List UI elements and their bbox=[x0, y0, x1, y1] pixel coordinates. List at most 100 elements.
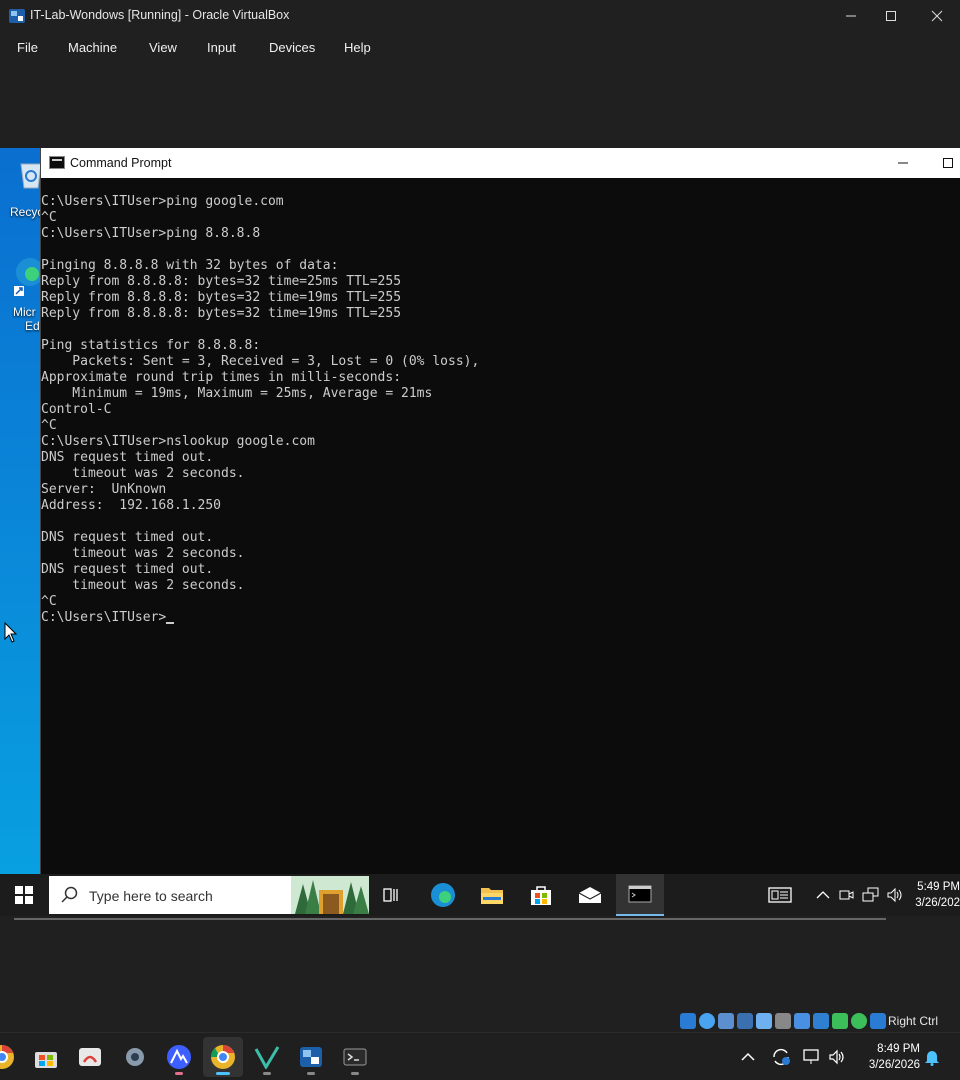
chrome-icon bbox=[0, 1045, 14, 1069]
start-button[interactable] bbox=[0, 874, 48, 916]
guest-clock-time: 5:49 PM bbox=[917, 881, 960, 893]
console-line: ^C bbox=[41, 594, 57, 609]
desktop-label-edge-1: Micr bbox=[13, 305, 36, 319]
console-line: Control-C bbox=[41, 402, 112, 417]
sync-icon[interactable] bbox=[771, 1048, 791, 1066]
network-status-icon[interactable] bbox=[737, 1013, 753, 1029]
hard-disk-status-icon[interactable] bbox=[680, 1013, 696, 1029]
cmd-title: Command Prompt bbox=[70, 156, 172, 170]
vm-horizontal-scrollbar[interactable] bbox=[14, 918, 886, 920]
console-line: C:\Users\ITUser>ping google.com bbox=[41, 194, 284, 209]
console-prompt-line: C:\Users\ITUser> bbox=[41, 610, 960, 626]
mail-icon bbox=[578, 887, 602, 903]
console-line: Approximate round trip times in milli-se… bbox=[41, 370, 402, 385]
chrome-icon bbox=[210, 1045, 235, 1069]
recording-status-icon[interactable] bbox=[813, 1013, 829, 1029]
taskbar-edge-button[interactable] bbox=[419, 874, 467, 916]
guest-desktop: Recyc Micr Ed bbox=[0, 148, 40, 874]
volume-icon[interactable] bbox=[886, 887, 904, 903]
taskbar-store-button[interactable] bbox=[517, 874, 565, 916]
news-icon bbox=[768, 887, 792, 903]
host-settings-button[interactable] bbox=[115, 1037, 155, 1077]
audio-status-icon[interactable] bbox=[718, 1013, 734, 1029]
vpn-icon bbox=[167, 1045, 191, 1069]
host-store-button[interactable] bbox=[26, 1037, 66, 1077]
edge-icon bbox=[431, 883, 455, 907]
menu-machine[interactable]: Machine bbox=[68, 40, 117, 55]
console-line: DNS request timed out. bbox=[41, 530, 214, 545]
console-line: Address: 192.168.1.250 bbox=[41, 498, 222, 513]
network-icon[interactable] bbox=[803, 1048, 821, 1066]
close-button[interactable] bbox=[914, 0, 960, 32]
console-line: timeout was 2 seconds. bbox=[41, 578, 245, 593]
cmd-maximize-button[interactable] bbox=[928, 148, 960, 178]
console-line: DNS request timed out. bbox=[41, 562, 214, 577]
task-view-button[interactable] bbox=[369, 874, 417, 916]
display-status-icon[interactable] bbox=[794, 1013, 810, 1029]
menu-input[interactable]: Input bbox=[207, 40, 236, 55]
console-output[interactable]: C:\Users\ITUser>ping google.com ^C C:\User… bbox=[41, 194, 960, 854]
maximize-button[interactable] bbox=[868, 0, 914, 32]
cmd-titlebar[interactable]: Command Prompt bbox=[41, 148, 960, 178]
notification-bell-icon[interactable] bbox=[924, 1048, 940, 1066]
menubar: File Machine View Input Devices Help bbox=[0, 32, 960, 62]
optical-drive-status-icon[interactable] bbox=[699, 1013, 715, 1029]
mouse-pointer-icon bbox=[4, 622, 18, 643]
vbox-status-bar: Right Ctrl bbox=[676, 1010, 960, 1032]
taskbar-search-box[interactable]: Type here to search bbox=[49, 876, 369, 914]
taskbar-cmd-button[interactable] bbox=[616, 874, 664, 916]
virtualbox-icon bbox=[300, 1047, 322, 1067]
console-line: Minimum = 19ms, Maximum = 25ms, Average … bbox=[41, 386, 433, 401]
cmd-minimize-button[interactable] bbox=[883, 148, 923, 178]
virtualbox-titlebar: IT-Lab-Wondows [Running] - Oracle Virtua… bbox=[0, 0, 960, 32]
network-icon[interactable] bbox=[862, 887, 880, 903]
host-chrome-button[interactable] bbox=[203, 1037, 243, 1077]
guest-clock[interactable]: 5:49 PM 3/26/202 bbox=[910, 879, 960, 911]
host-clock[interactable]: 8:49 PM 3/26/2026 bbox=[848, 1041, 920, 1073]
host-nordvpn-button[interactable] bbox=[159, 1037, 199, 1077]
task-view-icon bbox=[383, 888, 398, 902]
keyboard-capture-status-icon[interactable] bbox=[870, 1013, 886, 1029]
active-indicator bbox=[216, 1072, 230, 1075]
taskbar-file-explorer-button[interactable] bbox=[468, 874, 516, 916]
usb-status-icon[interactable] bbox=[756, 1013, 772, 1029]
host-tray-overflow-button[interactable] bbox=[728, 1037, 768, 1077]
volume-icon[interactable] bbox=[828, 1048, 846, 1066]
search-icon bbox=[61, 886, 78, 903]
guest-taskbar: Type here to search 5:49 PM 3/26/202 bbox=[0, 874, 960, 916]
folder-icon bbox=[481, 888, 503, 904]
host-terminal-button[interactable] bbox=[335, 1037, 375, 1077]
taskbar-mail-button[interactable] bbox=[566, 874, 614, 916]
store-icon bbox=[531, 886, 551, 905]
recycle-bin-icon[interactable] bbox=[18, 158, 40, 190]
running-indicator bbox=[351, 1072, 359, 1075]
console-line: C:\Users\ITUser>nslookup google.com bbox=[41, 434, 315, 449]
host-clock-time: 8:49 PM bbox=[877, 1043, 920, 1055]
window-title: IT-Lab-Wondows [Running] - Oracle Virtua… bbox=[30, 8, 290, 22]
console-line: Ping statistics for 8.8.8.8: bbox=[41, 338, 261, 353]
host-snipping-tool-button[interactable] bbox=[70, 1037, 110, 1077]
console-line: ^C bbox=[41, 210, 57, 225]
running-indicator bbox=[307, 1072, 315, 1075]
host-virtualbox-button[interactable] bbox=[291, 1037, 331, 1077]
console-line: timeout was 2 seconds. bbox=[41, 546, 245, 561]
mouse-integration-status-icon[interactable] bbox=[851, 1013, 867, 1029]
shared-folders-status-icon[interactable] bbox=[775, 1013, 791, 1029]
console-line: Reply from 8.8.8.8: bytes=32 time=19ms T… bbox=[41, 306, 402, 321]
console-line: ^C bbox=[41, 418, 57, 433]
minimize-icon bbox=[846, 15, 856, 17]
menu-file[interactable]: File bbox=[17, 40, 38, 55]
cpu-status-icon[interactable] bbox=[832, 1013, 848, 1029]
chevron-up-icon bbox=[741, 1052, 755, 1061]
edge-shortcut-icon[interactable] bbox=[14, 256, 40, 296]
host-visual-studio-button[interactable] bbox=[247, 1037, 287, 1077]
search-placeholder: Type here to search bbox=[89, 888, 213, 904]
command-prompt-window[interactable]: Command Prompt C:\Users\ITUser>ping goog… bbox=[40, 148, 960, 874]
menu-devices[interactable]: Devices bbox=[269, 40, 315, 55]
host-chrome-partial-button[interactable] bbox=[0, 1037, 22, 1077]
menu-help[interactable]: Help bbox=[344, 40, 371, 55]
meet-now-icon[interactable] bbox=[838, 887, 854, 903]
news-widget-button[interactable] bbox=[756, 874, 804, 916]
menu-view[interactable]: View bbox=[149, 40, 177, 55]
